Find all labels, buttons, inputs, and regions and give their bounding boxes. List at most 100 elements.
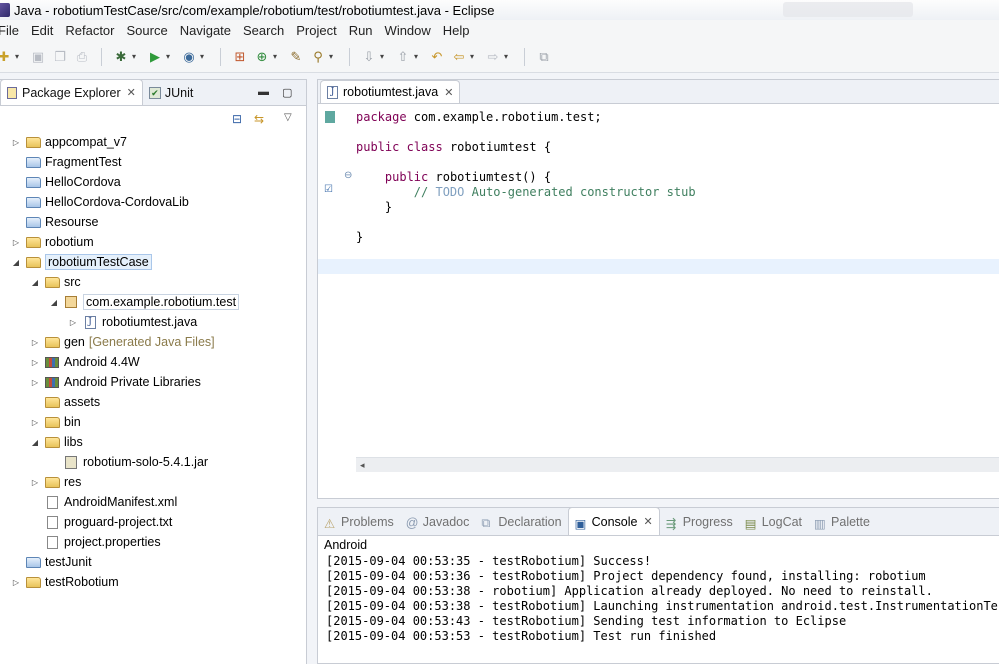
- tree-item-label: project.properties: [64, 535, 161, 549]
- tab-javadoc[interactable]: @ Javadoc: [400, 509, 476, 535]
- tree-item-robotiumtestcase[interactable]: ◢ robotiumTestCase: [0, 252, 306, 272]
- tree-item-testrobotium[interactable]: ▷ testRobotium: [0, 572, 306, 592]
- new-dropdown-icon[interactable]: ▾: [15, 52, 23, 61]
- tree-item-src[interactable]: ◢ src: [0, 272, 306, 292]
- previous-annotation-icon[interactable]: ⇧: [395, 49, 411, 65]
- scroll-left-icon[interactable]: ◂: [360, 460, 365, 470]
- save-all-icon[interactable]: ❐: [52, 49, 68, 65]
- tree-item-proguard-project[interactable]: proguard-project.txt: [0, 512, 306, 532]
- tree-item-android-private-libraries[interactable]: ▷ Android Private Libraries: [0, 372, 306, 392]
- debug-dropdown-icon[interactable]: ▾: [132, 52, 140, 61]
- expand-arrow-icon[interactable]: ▷: [67, 318, 79, 327]
- expand-arrow-icon[interactable]: ▷: [29, 338, 41, 347]
- horizontal-scrollbar[interactable]: ◂: [356, 457, 999, 472]
- forward-icon[interactable]: ⇨: [485, 49, 501, 65]
- tree-item-androidmanifest[interactable]: AndroidManifest.xml: [0, 492, 306, 512]
- expand-arrow-icon[interactable]: ▷: [29, 418, 41, 427]
- maximize-icon[interactable]: ▢: [282, 86, 292, 99]
- tab-palette[interactable]: ▥ Palette: [808, 509, 876, 535]
- tree-item-robotium[interactable]: ▷ robotium: [0, 232, 306, 252]
- collapse-arrow-icon[interactable]: ◢: [48, 298, 60, 307]
- back-dropdown-icon[interactable]: ▾: [470, 52, 478, 61]
- tab-console[interactable]: ▣ Console ✕: [567, 507, 660, 535]
- menu-project[interactable]: Project: [296, 23, 336, 38]
- search-dropdown-icon[interactable]: ▾: [329, 52, 337, 61]
- tab-junit[interactable]: ✔ JUnit: [143, 81, 199, 105]
- tree-item-hellocordova-cordovalib[interactable]: HelloCordova-CordovaLib: [0, 192, 306, 212]
- menu-run[interactable]: Run: [349, 23, 373, 38]
- tab-package-explorer[interactable]: Package Explorer ✕: [0, 79, 143, 105]
- tree-item-android-4-4w[interactable]: ▷ Android 4.4W: [0, 352, 306, 372]
- back-icon[interactable]: ⇦: [451, 49, 467, 65]
- pin-editor-icon[interactable]: ⧉: [536, 49, 552, 65]
- collapse-all-icon[interactable]: ⊟: [232, 112, 242, 126]
- close-icon[interactable]: ✕: [444, 86, 453, 99]
- collapse-arrow-icon[interactable]: ◢: [29, 278, 41, 287]
- expand-arrow-icon[interactable]: ▷: [10, 138, 22, 147]
- expand-arrow-icon[interactable]: ▷: [29, 358, 41, 367]
- close-icon[interactable]: ✕: [643, 515, 652, 528]
- tree-item-libs[interactable]: ◢ libs: [0, 432, 306, 452]
- tree-item-res[interactable]: ▷ res: [0, 472, 306, 492]
- tree-item-robotium-solo-jar[interactable]: robotium-solo-5.4.1.jar: [0, 452, 306, 472]
- expand-arrow-icon[interactable]: ▷: [10, 238, 22, 247]
- link-with-editor-icon[interactable]: ⇆: [254, 112, 264, 126]
- tree-item-hellocordova[interactable]: HelloCordova: [0, 172, 306, 192]
- search-icon[interactable]: ⚲: [310, 49, 326, 65]
- view-menu-icon[interactable]: ▽: [284, 112, 292, 123]
- tree-item-robotiumtest-java[interactable]: ▷ J robotiumtest.java: [0, 312, 306, 332]
- tab-declaration[interactable]: ⧉ Declaration: [475, 509, 567, 535]
- expand-arrow-icon[interactable]: ▷: [10, 578, 22, 587]
- console-output[interactable]: [2015-09-04 00:53:35 - testRobotium] Suc…: [318, 554, 999, 644]
- tab-problems[interactable]: ⚠ Problems: [318, 509, 400, 535]
- print-icon[interactable]: ⎙: [74, 49, 90, 65]
- external-tools-icon[interactable]: ◉: [181, 49, 197, 65]
- fold-icon[interactable]: ⊖: [344, 170, 352, 181]
- debug-icon[interactable]: ✱: [113, 49, 129, 65]
- tab-robotiumtest-java[interactable]: J robotiumtest.java ✕: [320, 80, 461, 103]
- tab-logcat[interactable]: ▤ LogCat: [739, 509, 808, 535]
- menu-search[interactable]: Search: [243, 23, 284, 38]
- collapse-arrow-icon[interactable]: ◢: [10, 258, 22, 267]
- run-dropdown-icon[interactable]: ▾: [166, 52, 174, 61]
- tree-item-bin[interactable]: ▷ bin: [0, 412, 306, 432]
- new-icon[interactable]: ✚: [0, 49, 12, 65]
- menu-file[interactable]: File: [0, 23, 19, 38]
- collapse-arrow-icon[interactable]: ◢: [29, 438, 41, 447]
- tree-item-appcompat-v7[interactable]: ▷ appcompat_v7: [0, 132, 306, 152]
- save-icon[interactable]: ▣: [30, 49, 46, 65]
- tree-item-project-properties[interactable]: project.properties: [0, 532, 306, 552]
- next-annotation-dropdown-icon[interactable]: ▾: [380, 52, 388, 61]
- tree-item-assets[interactable]: assets: [0, 392, 306, 412]
- close-icon[interactable]: ✕: [127, 86, 136, 99]
- last-edit-location-icon[interactable]: ↶: [429, 49, 445, 65]
- tree-item-fragmenttest[interactable]: FragmentTest: [0, 152, 306, 172]
- forward-dropdown-icon[interactable]: ▾: [504, 52, 512, 61]
- tab-progress[interactable]: ⇶ Progress: [660, 509, 739, 535]
- tree-item-gen[interactable]: ▷ gen [Generated Java Files]: [0, 332, 306, 352]
- menu-help[interactable]: Help: [443, 23, 470, 38]
- next-annotation-icon[interactable]: ⇩: [361, 49, 377, 65]
- new-java-package-icon[interactable]: ⊞: [232, 49, 248, 65]
- run-icon[interactable]: ▶: [147, 49, 163, 65]
- previous-annotation-dropdown-icon[interactable]: ▾: [414, 52, 422, 61]
- menu-refactor[interactable]: Refactor: [65, 23, 114, 38]
- menu-navigate[interactable]: Navigate: [180, 23, 231, 38]
- expand-arrow-icon[interactable]: ▷: [29, 378, 41, 387]
- new-java-class-icon[interactable]: ⊕: [254, 49, 270, 65]
- menu-edit[interactable]: Edit: [31, 23, 53, 38]
- open-type-icon[interactable]: ✎: [288, 49, 304, 65]
- annotation-ruler: ⊖ ☑: [318, 104, 352, 476]
- tree-item-package[interactable]: ◢ com.example.robotium.test: [0, 292, 306, 312]
- menu-window[interactable]: Window: [385, 23, 431, 38]
- tree-item-resourse[interactable]: Resourse: [0, 212, 306, 232]
- tree-item-label: robotium: [45, 235, 94, 249]
- task-marker-icon[interactable]: ☑: [324, 184, 333, 195]
- tree-item-testjunit[interactable]: testJunit: [0, 552, 306, 572]
- minimize-icon[interactable]: ▬: [258, 86, 269, 98]
- expand-arrow-icon[interactable]: ▷: [29, 478, 41, 487]
- external-tools-dropdown-icon[interactable]: ▾: [200, 52, 208, 61]
- code-area[interactable]: ⊖ ☑ package com.example.robotium.test; p…: [318, 104, 999, 476]
- menu-source[interactable]: Source: [127, 23, 168, 38]
- new-class-dropdown-icon[interactable]: ▾: [273, 52, 281, 61]
